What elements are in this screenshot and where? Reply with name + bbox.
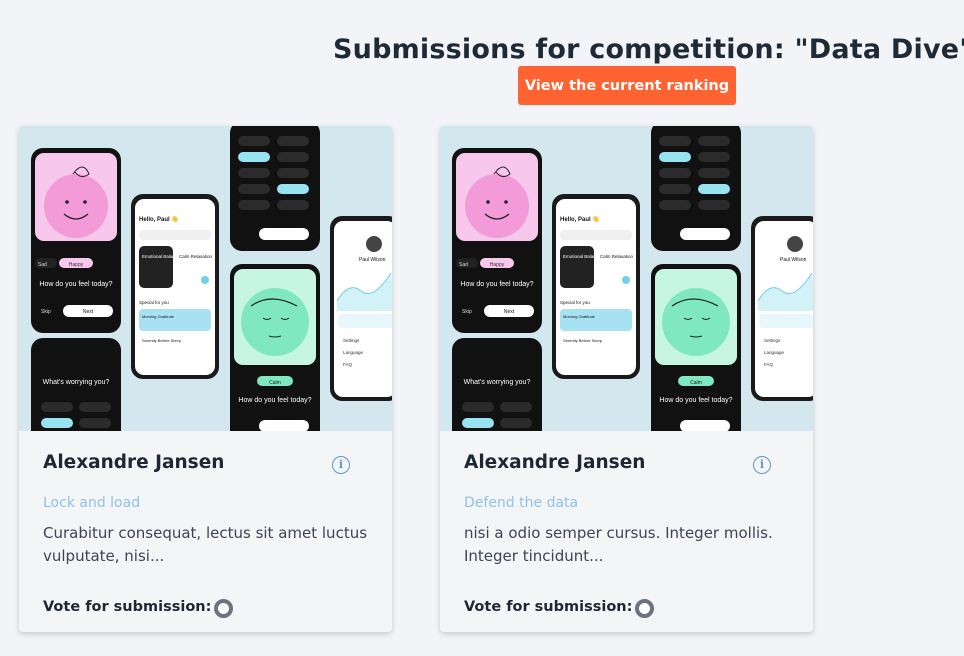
submission-author: Alexandre Jansen [464, 452, 646, 473]
image-text: Hello, Paul 👋 [139, 215, 179, 223]
image-text: How do you feel today? [238, 397, 311, 404]
image-text: Next [83, 309, 94, 315]
submission-card: Happy Sad How do you feel today? Next Sk… [440, 126, 813, 632]
image-text: Special for you [560, 300, 590, 305]
vote-label: Vote for submission: [464, 599, 633, 615]
page-title: Submissions for competition: "Data Dive" [333, 34, 964, 66]
image-text: Sad [459, 262, 468, 268]
image-text: Paul Wilson [359, 257, 386, 263]
image-text: FAQ [343, 362, 353, 367]
image-text: How do you feel today? [659, 397, 732, 404]
vote-radio[interactable] [635, 599, 655, 618]
submission-author: Alexandre Jansen [43, 452, 225, 473]
image-text: Happy [490, 262, 505, 268]
image-text: Serenity Before Sleep [142, 338, 182, 343]
info-icon[interactable]: i [332, 456, 350, 474]
submission-description: nisi a odio semper cursus. Integer molli… [464, 524, 773, 565]
image-text: Calm [690, 380, 702, 386]
image-text: Sad [38, 262, 47, 268]
submission-title: Lock and load [43, 495, 141, 511]
image-text: Happy [69, 262, 84, 268]
image-text: Settings [764, 338, 781, 343]
image-text: Language [764, 350, 785, 355]
image-text: Calm Relaxation [179, 254, 213, 259]
vote-label: Vote for submission: [43, 599, 212, 615]
submission-title: Defend the data [464, 495, 579, 511]
image-text: Special for you [139, 300, 169, 305]
view-ranking-button[interactable]: View the current ranking [518, 66, 736, 105]
submission-image[interactable]: Happy Sad How do you feel today? Next Sk… [440, 126, 813, 431]
submission-card: Happy Sad How do you feel today? Next Sk… [19, 126, 392, 632]
image-text: Calm Relaxation [600, 254, 634, 259]
image-text: Emotional Balance [142, 254, 180, 259]
vote-radio[interactable] [214, 599, 234, 618]
image-text: Emotional Balance [563, 254, 601, 259]
info-icon[interactable]: i [753, 456, 771, 474]
image-text: FAQ [764, 362, 774, 367]
image-text: Settings [343, 338, 360, 343]
image-text: How do you feel today? [39, 281, 112, 288]
image-text: What's worrying you? [464, 379, 531, 386]
submission-description: Curabitur consequat, lectus sit amet luc… [43, 524, 368, 565]
image-text: Calm [269, 380, 281, 386]
image-text: How do you feel today? [460, 281, 533, 288]
vote-row: Vote for submission: [43, 596, 234, 618]
image-text: Skip [462, 309, 472, 315]
image-text: Serenity Before Sleep [563, 338, 603, 343]
image-text: Next [504, 309, 515, 315]
image-text: Morning Gratitude [563, 314, 596, 319]
vote-row: Vote for submission: [464, 596, 655, 618]
image-text: What's worrying you? [43, 379, 110, 386]
image-text: Hello, Paul 👋 [560, 215, 600, 223]
image-text: Language [343, 350, 364, 355]
image-text: Paul Wilson [780, 257, 807, 263]
image-text: Morning Gratitude [142, 314, 175, 319]
image-text: Skip [41, 309, 51, 315]
submission-image[interactable]: Happy Sad How do you feel today? Next Sk… [19, 126, 392, 431]
